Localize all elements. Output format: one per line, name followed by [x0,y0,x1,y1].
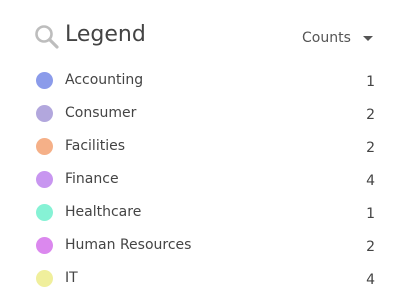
color-swatch [36,171,53,188]
legend-item-count: 2 [366,140,375,156]
legend-item-it[interactable]: IT 4 [0,262,402,295]
legend-item-label: IT [65,270,78,286]
search-icon[interactable] [34,24,60,50]
sort-dropdown[interactable]: Counts [300,27,378,49]
color-swatch [36,72,53,89]
color-swatch [36,270,53,287]
legend-item-count: 2 [366,239,375,255]
legend-item-label: Facilities [65,138,125,154]
legend-item-healthcare[interactable]: Healthcare 1 [0,196,402,229]
legend-item-label: Finance [65,171,119,187]
legend-item-label: Consumer [65,105,137,121]
legend-item-count: 1 [366,206,375,222]
legend-item-label: Accounting [65,72,144,88]
legend-item-count: 1 [366,74,375,90]
color-swatch [36,138,53,155]
color-swatch [36,105,53,122]
legend-item-count: 2 [366,107,375,123]
color-swatch [36,204,53,221]
legend-item-consumer[interactable]: Consumer 2 [0,97,402,130]
legend-header: Legend Counts [0,0,402,62]
sort-dropdown-label: Counts [302,30,351,46]
caret-down-icon [363,36,373,41]
legend-item-facilities[interactable]: Facilities 2 [0,130,402,163]
legend-item-count: 4 [366,272,375,288]
legend-item-label: Human Resources [65,237,192,253]
legend-item-human-resources[interactable]: Human Resources 2 [0,229,402,262]
legend-item-label: Healthcare [65,204,142,220]
legend-panel: Legend Counts Accounting 1 Consumer 2 Fa… [0,0,402,298]
legend-item-count: 4 [366,173,375,189]
legend-list: Accounting 1 Consumer 2 Facilities 2 Fin… [0,64,402,295]
color-swatch [36,237,53,254]
legend-title: Legend [65,22,146,47]
legend-item-finance[interactable]: Finance 4 [0,163,402,196]
legend-item-accounting[interactable]: Accounting 1 [0,64,402,97]
